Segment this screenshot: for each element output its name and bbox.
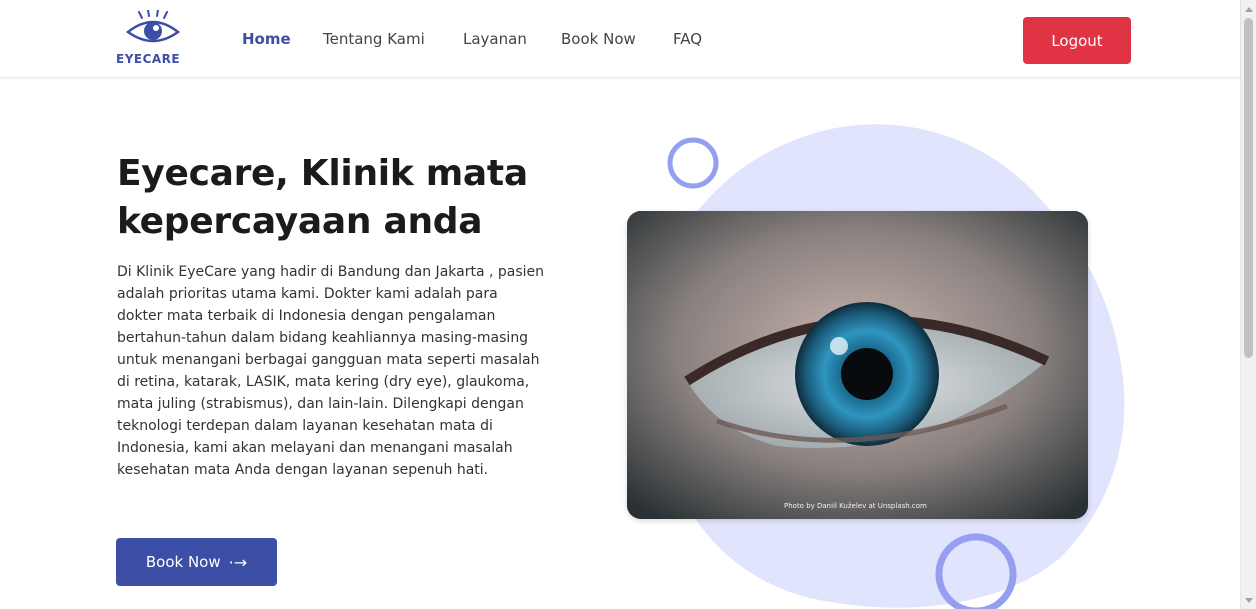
hero-title: Eyecare, Klinik mata kepercayaan anda [117, 153, 528, 242]
page-scrollbar[interactable] [1240, 0, 1256, 609]
brand-logo[interactable]: EYECARE [116, 10, 192, 70]
eye-illustration [627, 211, 1088, 519]
book-now-label: Book Now [145, 553, 221, 571]
nav-faq[interactable]: FAQ [673, 30, 702, 48]
hero-description: Di Klinik EyeCare yang hadir di Bandung … [117, 264, 545, 478]
arrow-right-icon: ·→ [228, 552, 248, 572]
nav-book-now[interactable]: Book Now [561, 30, 636, 48]
decorative-ring-top [667, 137, 719, 189]
nav-tentang-kami[interactable]: Tentang Kami [323, 30, 425, 48]
scroll-down-icon[interactable] [1245, 598, 1253, 603]
book-now-button[interactable]: Book Now ·→ [116, 538, 277, 586]
eye-photo [627, 211, 1088, 519]
photo-credit: Photo by Daniil Kuželev at Unsplash.com [784, 502, 927, 510]
logout-button[interactable]: Logout [1023, 17, 1131, 64]
nav-layanan[interactable]: Layanan [463, 30, 527, 48]
decorative-ring-bottom [935, 533, 1017, 609]
scroll-up-icon[interactable] [1245, 7, 1253, 12]
scroll-thumb[interactable] [1244, 18, 1253, 358]
eye-logo-icon [125, 10, 181, 43]
navbar: EYECARE Home Tentang Kami Layanan Book N… [0, 0, 1240, 78]
nav-home[interactable]: Home [242, 30, 291, 48]
page: EYECARE Home Tentang Kami Layanan Book N… [0, 0, 1256, 609]
brand-name: EYECARE [116, 52, 181, 66]
